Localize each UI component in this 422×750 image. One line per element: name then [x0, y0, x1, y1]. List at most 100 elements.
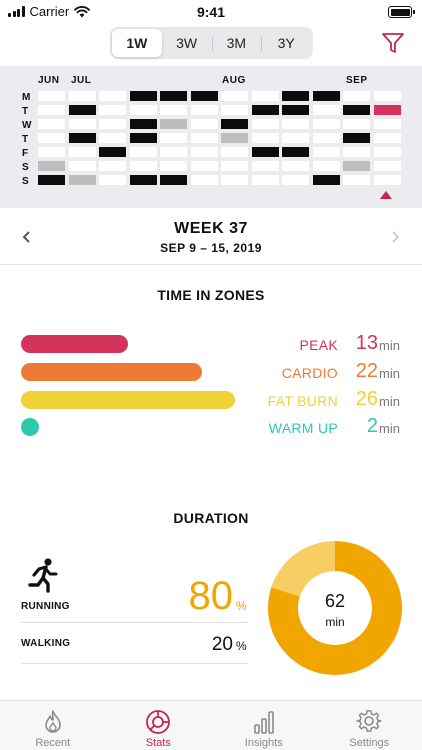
calendar-day-cell[interactable]: [129, 91, 157, 101]
status-bar: Carrier 9:41: [0, 0, 422, 24]
calendar-day-cell[interactable]: [190, 119, 218, 129]
calendar-day-cell[interactable]: [221, 105, 248, 115]
calendar-day-cell[interactable]: [282, 147, 309, 157]
calendar-day-cell[interactable]: [129, 119, 157, 129]
calendar-day-cell[interactable]: [251, 119, 279, 129]
calendar-day-cell[interactable]: [221, 133, 248, 143]
calendar-day-cell[interactable]: [190, 133, 218, 143]
calendar-day-cell[interactable]: [373, 119, 401, 129]
calendar-day-cell[interactable]: [312, 175, 340, 185]
calendar-day-cell[interactable]: [251, 161, 279, 171]
calendar-day-cell[interactable]: [99, 147, 126, 157]
calendar-day-cell[interactable]: [160, 119, 187, 129]
calendar-day-cell[interactable]: [282, 161, 309, 171]
calendar-day-cell[interactable]: [38, 161, 65, 171]
zone-value: 13: [355, 332, 378, 354]
calendar-day-cell[interactable]: [373, 161, 401, 171]
calendar-day-cell[interactable]: [251, 91, 279, 101]
calendar-day-cell[interactable]: [282, 105, 309, 115]
calendar-day-cell[interactable]: [38, 119, 65, 129]
calendar-day-cell[interactable]: [99, 119, 126, 129]
calendar-day-cell[interactable]: [312, 147, 340, 157]
calendar-day-cell[interactable]: [190, 175, 218, 185]
calendar-day-cell[interactable]: [129, 161, 157, 171]
calendar-day-cell[interactable]: [38, 133, 65, 143]
calendar-day-cell[interactable]: [373, 175, 401, 185]
calendar-day-cell[interactable]: [129, 133, 157, 143]
calendar-day-cell[interactable]: [99, 91, 126, 101]
calendar-day-cell[interactable]: [343, 105, 370, 115]
calendar-day-cell[interactable]: [312, 105, 340, 115]
calendar-day-cell[interactable]: [251, 105, 279, 115]
calendar-day-cell[interactable]: [38, 175, 65, 185]
status-time: 9:41: [196, 4, 226, 20]
calendar-day-cell[interactable]: [68, 147, 96, 157]
calendar-day-cell[interactable]: [68, 133, 96, 143]
calendar-day-cell[interactable]: [160, 91, 187, 101]
calendar-day-cell[interactable]: [312, 161, 340, 171]
calendar-day-cell[interactable]: [129, 105, 157, 115]
tab-stats[interactable]: Stats: [106, 701, 212, 750]
calendar-day-cell[interactable]: [68, 175, 96, 185]
calendar-day-cell[interactable]: [99, 105, 126, 115]
calendar-day-cell[interactable]: [68, 91, 96, 101]
range-tab-3y[interactable]: 3Y: [261, 29, 311, 57]
calendar-day-cell[interactable]: [373, 105, 401, 115]
calendar-day-cell[interactable]: [129, 147, 157, 157]
calendar-day-cell[interactable]: [160, 175, 187, 185]
calendar-day-cell[interactable]: [251, 175, 279, 185]
calendar-day-cell[interactable]: [190, 91, 218, 101]
calendar-day-cell[interactable]: [373, 133, 401, 143]
calendar-day-cell[interactable]: [190, 105, 218, 115]
filter-icon[interactable]: [380, 30, 406, 56]
calendar-day-cell[interactable]: [343, 161, 370, 171]
calendar-day-cell[interactable]: [221, 147, 248, 157]
calendar-day-cell[interactable]: [312, 133, 340, 143]
calendar-day-cell[interactable]: [99, 133, 126, 143]
calendar-day-cell[interactable]: [221, 119, 248, 129]
calendar-day-cell[interactable]: [282, 119, 309, 129]
calendar-day-cell[interactable]: [343, 91, 370, 101]
range-tab-3w[interactable]: 3W: [162, 29, 212, 57]
zone-value: 2: [366, 415, 378, 437]
calendar-day-cell[interactable]: [190, 161, 218, 171]
calendar-day-cell[interactable]: [312, 119, 340, 129]
chevron-right-icon[interactable]: [388, 229, 402, 245]
calendar-day-cell[interactable]: [312, 91, 340, 101]
calendar-day-cell[interactable]: [282, 175, 309, 185]
calendar-day-cell[interactable]: [343, 133, 370, 143]
calendar-day-cell[interactable]: [38, 91, 65, 101]
calendar-day-cell[interactable]: [343, 175, 370, 185]
calendar-day-cell[interactable]: [160, 147, 187, 157]
calendar-day-cell[interactable]: [251, 133, 279, 143]
calendar-day-cell[interactable]: [68, 119, 96, 129]
calendar-day-cell[interactable]: [38, 105, 65, 115]
calendar-day-cell[interactable]: [160, 105, 187, 115]
calendar-day-cell[interactable]: [160, 161, 187, 171]
calendar-day-cell[interactable]: [373, 91, 401, 101]
tab-settings[interactable]: Settings: [317, 701, 422, 750]
calendar-day-cell[interactable]: [129, 175, 157, 185]
calendar-day-cell[interactable]: [282, 133, 309, 143]
calendar-day-cell[interactable]: [160, 133, 187, 143]
calendar-day-cell[interactable]: [99, 175, 126, 185]
calendar-day-cell[interactable]: [68, 105, 96, 115]
calendar-day-cell[interactable]: [221, 175, 248, 185]
range-tab-3m[interactable]: 3M: [211, 29, 262, 57]
calendar-day-cell[interactable]: [343, 119, 370, 129]
calendar-day-cell[interactable]: [221, 161, 248, 171]
calendar-day-cell[interactable]: [38, 147, 65, 157]
calendar-day-cell[interactable]: [68, 161, 96, 171]
tab-label: Settings: [349, 737, 390, 749]
calendar-day-cell[interactable]: [221, 91, 248, 101]
calendar-month-label: SEP: [346, 75, 368, 86]
tab-insights[interactable]: Insights: [211, 701, 317, 750]
calendar-day-cell[interactable]: [251, 147, 279, 157]
calendar-day-cell[interactable]: [190, 147, 218, 157]
calendar-day-cell[interactable]: [282, 91, 309, 101]
tab-recent[interactable]: Recent: [0, 701, 106, 750]
calendar-day-cell[interactable]: [373, 147, 401, 157]
calendar-day-cell[interactable]: [99, 161, 126, 171]
calendar-day-cell[interactable]: [343, 147, 370, 157]
range-tab-1w[interactable]: 1W: [112, 29, 162, 57]
